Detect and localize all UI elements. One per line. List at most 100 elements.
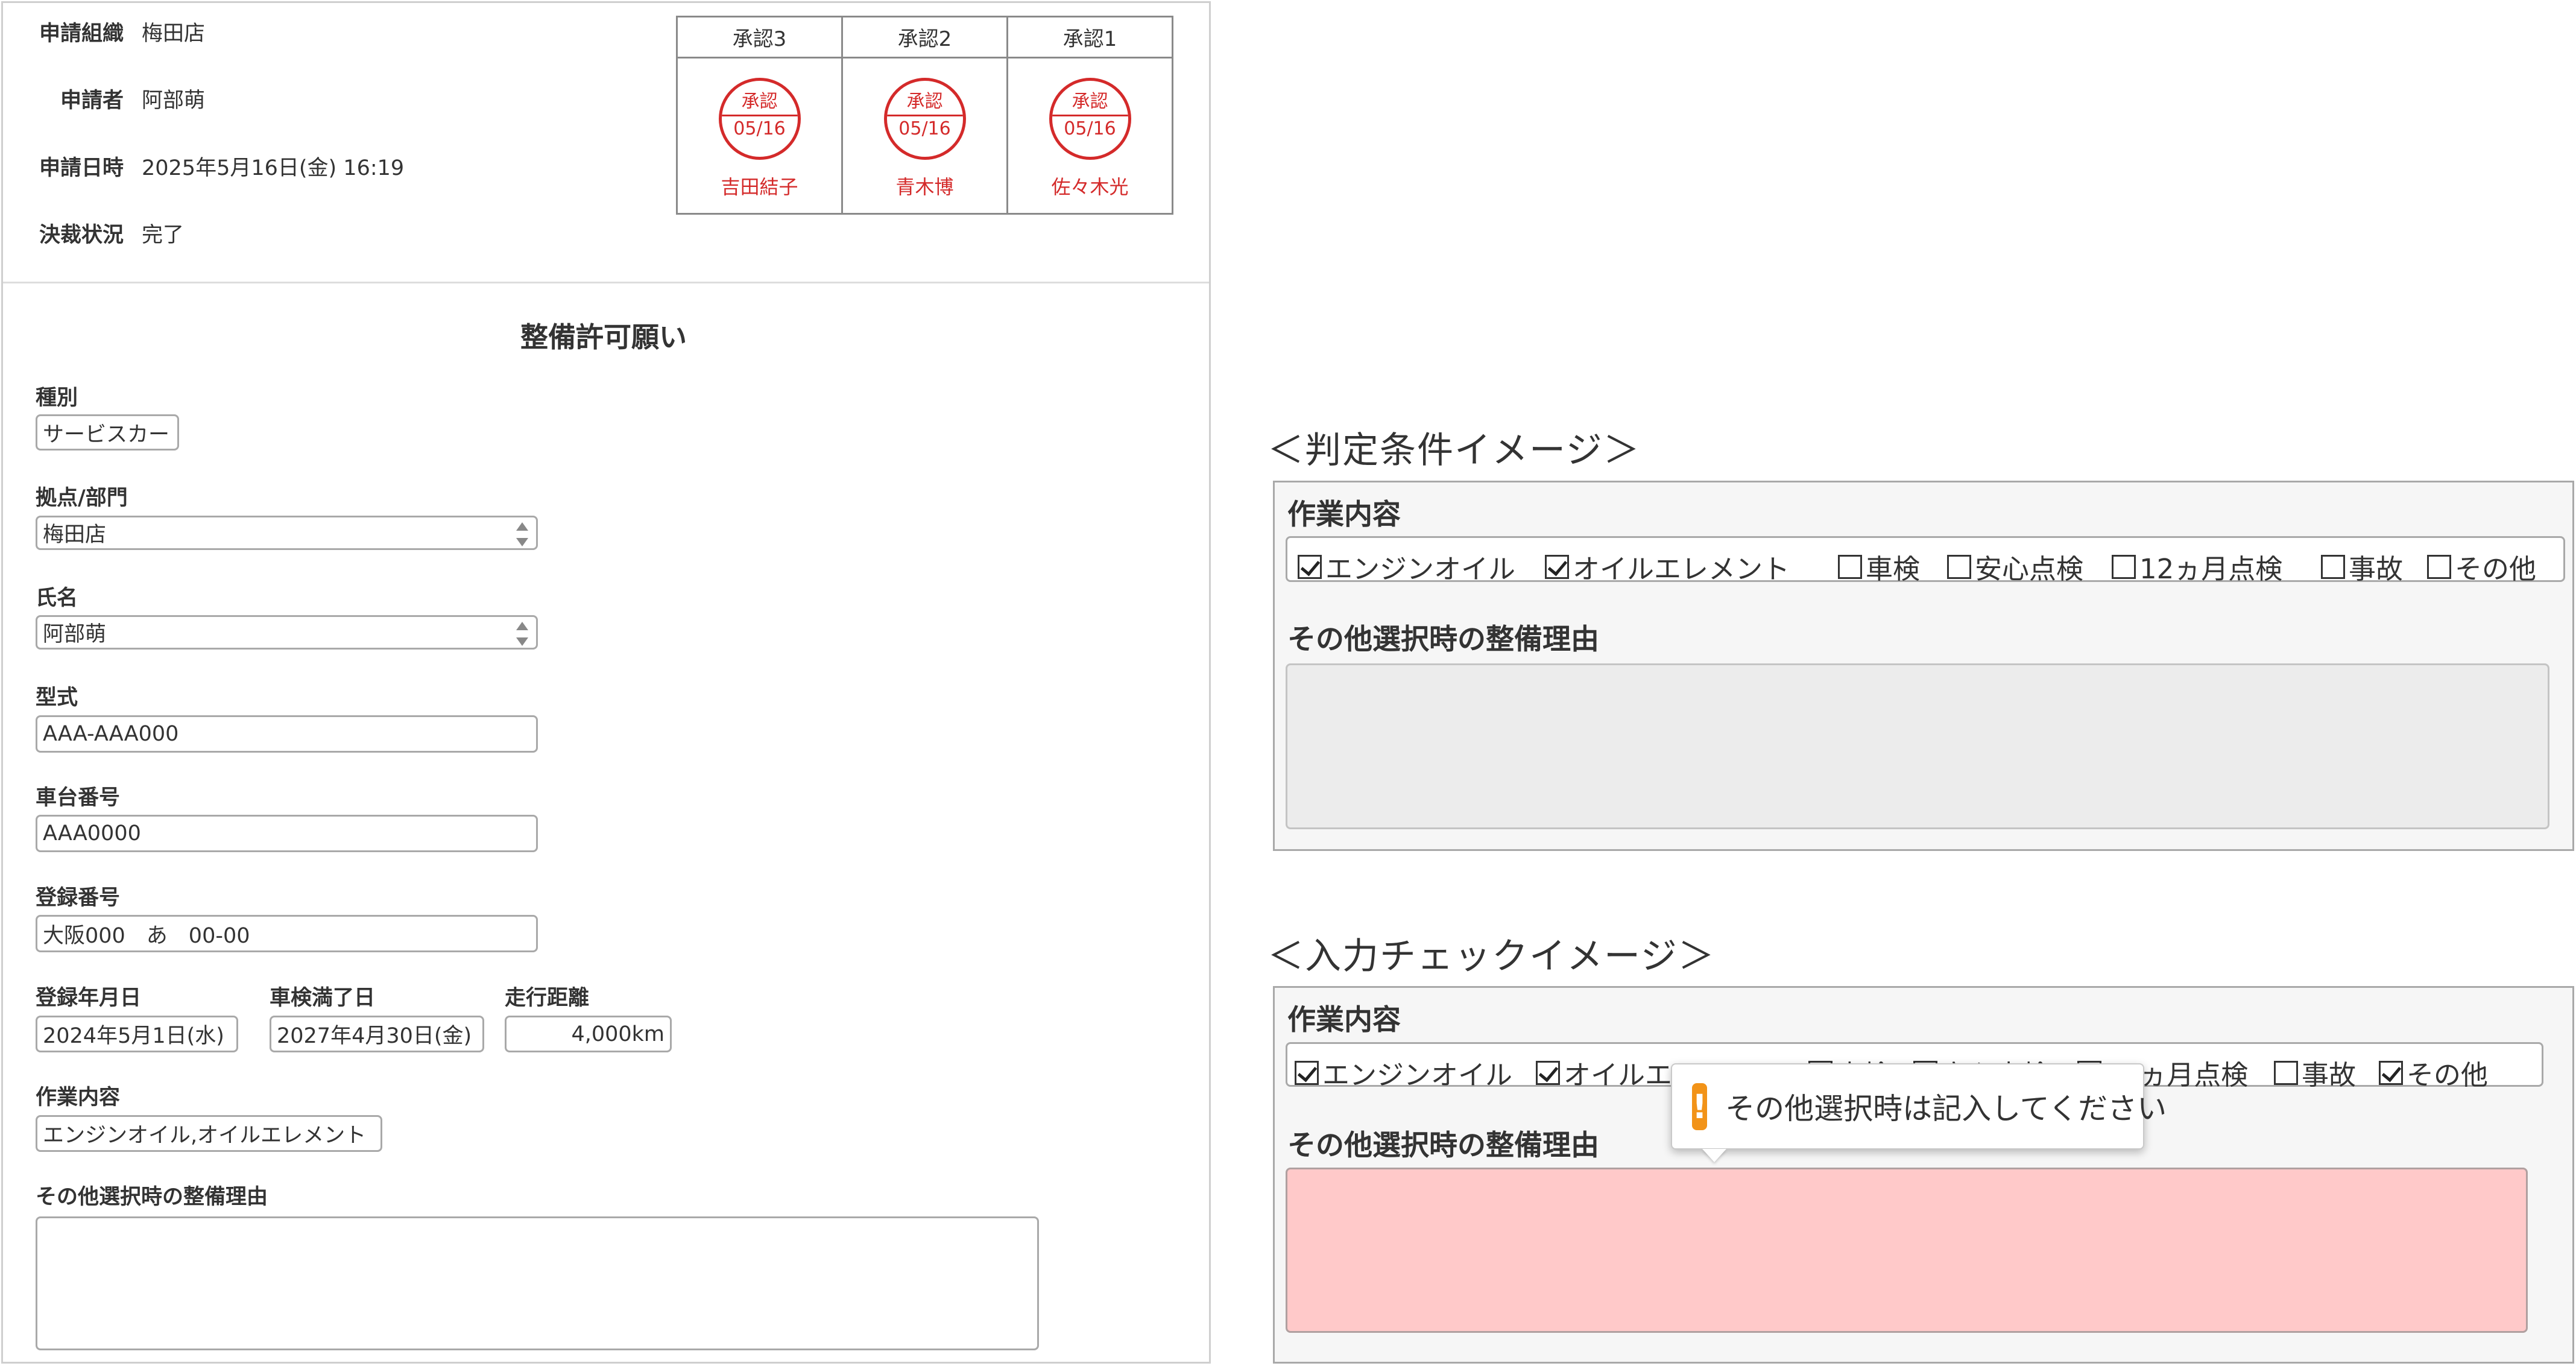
stamp-divider — [721, 115, 798, 116]
stamp-divider — [886, 115, 963, 116]
model-input[interactable]: AAA-AAA000 — [36, 715, 538, 753]
form-title: 整備許可願い — [520, 321, 687, 353]
approval-table: 承認3 承認 05/16 吉田結子 承認2 承認 05/16 青木博 承認1 承… — [676, 16, 1173, 215]
branch-select[interactable]: 梅田店 — [36, 516, 538, 550]
judge-work-label: 作業内容 — [1287, 498, 1401, 531]
other-reason-label: その他選択時の整備理由 — [36, 1185, 268, 1209]
meta-label-datetime: 申請日時 — [39, 156, 124, 180]
input-check-panel: 作業内容 エンジンオイル オイルエレメント 車検 安心点検 12ヵ月点検 事故 … — [1273, 986, 2574, 1364]
stamp-date: 05/16 — [1064, 118, 1116, 139]
checkbox-oil-element[interactable]: オイルエレメント — [1545, 547, 1790, 586]
meta-label-applicant: 申請者 — [60, 89, 124, 113]
type-field[interactable]: サービスカー — [36, 414, 179, 451]
approval-stamp: 承認 05/16 — [1049, 78, 1131, 160]
stamp-label: 承認 — [741, 91, 778, 112]
checkbox-checked-icon — [1545, 554, 1569, 579]
judge-example-panel: 作業内容 エンジンオイル オイルエレメント 車検 安心点検 12ヵ月点検 事故 … — [1273, 481, 2574, 851]
checkbox-accident[interactable]: 事故 — [2274, 1053, 2356, 1092]
tooltip-message: その他選択時は記入してください — [1725, 1092, 2167, 1126]
mileage-label: 走行距離 — [505, 986, 590, 1010]
checkbox-other[interactable]: その他 — [2379, 1053, 2488, 1092]
stamp-label: 承認 — [906, 91, 943, 112]
checkbox-checked-icon — [1536, 1060, 1560, 1085]
work-label: 作業内容 — [36, 1086, 121, 1110]
approver-name: 青木博 — [895, 175, 954, 198]
select-updown-icon — [514, 622, 530, 646]
checkbox-label: エンジンオイル — [1325, 553, 1516, 585]
registration-label: 登録番号 — [36, 886, 121, 910]
validation-tooltip: ! その他選択時は記入してください — [1671, 1063, 2167, 1149]
check-reason-label: その他選択時の整備理由 — [1287, 1129, 1599, 1162]
checkbox-empty-icon — [2321, 554, 2345, 579]
input-check-caption: ＜入力チェックイメージ＞ — [1267, 935, 1716, 978]
stamp-date: 05/16 — [898, 118, 951, 139]
checkbox-label: 車検 — [1866, 553, 1921, 585]
name-select[interactable]: 阿部萌 — [36, 615, 538, 650]
reg-date-label: 登録年月日 — [36, 986, 142, 1010]
checkbox-shaken[interactable]: 車検 — [1838, 547, 1920, 586]
chassis-input[interactable]: AAA0000 — [36, 815, 538, 852]
checkbox-other[interactable]: その他 — [2427, 547, 2536, 586]
approval-column-2: 承認2 承認 05/16 青木博 — [843, 17, 1008, 213]
approval-stamp: 承認 05/16 — [883, 78, 966, 160]
meta-value-status: 完了 — [142, 223, 185, 247]
checkbox-label: 事故 — [2349, 553, 2404, 585]
checkbox-engine-oil[interactable]: エンジンオイル — [1295, 1053, 1512, 1092]
checkbox-label: 安心点検 — [1975, 553, 2084, 585]
judge-reason-label: その他選択時の整備理由 — [1287, 623, 1599, 656]
checkbox-checked-icon — [1298, 554, 1322, 579]
judge-reason-textarea-disabled — [1286, 663, 2549, 829]
inspection-expiry-label: 車検満了日 — [270, 986, 376, 1010]
reg-date-input[interactable]: 2024年5月1日(水) — [36, 1016, 238, 1052]
meta-label-organization: 申請組織 — [39, 22, 124, 46]
warning-icon: ! — [1692, 1083, 1708, 1130]
checkbox-safety-inspection[interactable]: 安心点検 — [1947, 547, 2083, 586]
checkbox-checked-icon — [2379, 1060, 2403, 1085]
branch-label: 拠点/部門 — [36, 486, 128, 510]
select-updown-icon — [514, 522, 530, 546]
meta-value-applicant: 阿部萌 — [142, 89, 206, 113]
checkbox-label: 12ヵ月点検 — [2139, 553, 2283, 585]
branch-select-value: 梅田店 — [43, 523, 107, 547]
checkbox-label: オイルエレメント — [1573, 553, 1790, 585]
meta-label-status: 決裁状況 — [39, 223, 124, 247]
checkbox-accident[interactable]: 事故 — [2321, 547, 2403, 586]
model-label: 型式 — [36, 686, 78, 710]
meta-value-datetime: 2025年5月16日(金) 16:19 — [142, 156, 405, 180]
check-work-label: 作業内容 — [1287, 1004, 1401, 1037]
checkbox-12month-inspection[interactable]: 12ヵ月点検 — [2112, 547, 2282, 586]
approval-column-3: 承認3 承認 05/16 吉田結子 — [678, 17, 843, 213]
name-select-value: 阿部萌 — [43, 622, 107, 647]
checkbox-engine-oil[interactable]: エンジンオイル — [1298, 547, 1515, 586]
chassis-label: 車台番号 — [36, 786, 121, 810]
approver-name: 吉田結子 — [721, 175, 798, 198]
type-label: 種別 — [36, 386, 78, 410]
stamp-date: 05/16 — [733, 118, 786, 139]
mileage-input[interactable]: 4,000km — [505, 1016, 672, 1052]
approval-heading: 承認3 — [678, 17, 841, 58]
approval-column-1: 承認1 承認 05/16 佐々木光 — [1008, 17, 1172, 213]
checkbox-empty-icon — [1947, 554, 1971, 579]
work-field[interactable]: エンジンオイル,オイルエレメント — [36, 1115, 382, 1152]
name-label: 氏名 — [36, 586, 78, 610]
inspection-expiry-input[interactable]: 2027年4月30日(金) — [270, 1016, 484, 1052]
approval-heading: 承認2 — [843, 17, 1006, 58]
judge-example-caption: ＜判定条件イメージ＞ — [1267, 429, 1641, 472]
approval-heading: 承認1 — [1008, 17, 1172, 58]
checkbox-label: その他 — [2455, 553, 2537, 585]
checkbox-empty-icon — [2112, 554, 2136, 579]
checkbox-label: 事故 — [2302, 1059, 2357, 1091]
approver-name: 佐々木光 — [1051, 175, 1129, 198]
registration-input[interactable]: 大阪000 あ 00-00 — [36, 915, 538, 952]
judge-checkbox-row: エンジンオイル オイルエレメント 車検 安心点検 12ヵ月点検 事故 その他 — [1286, 536, 2565, 585]
checkbox-empty-icon — [2427, 554, 2451, 579]
checkbox-label: エンジンオイル — [1322, 1059, 1513, 1091]
check-reason-textarea-error[interactable] — [1286, 1168, 2528, 1333]
approval-stamp: 承認 05/16 — [718, 78, 801, 160]
stamp-divider — [1052, 115, 1128, 116]
checkbox-label: その他 — [2407, 1059, 2489, 1091]
other-reason-textarea[interactable] — [36, 1216, 1039, 1350]
application-form-panel: 申請組織 梅田店 申請者 阿部萌 申請日時 2025年5月16日(金) 16:1… — [1, 1, 1211, 1364]
meta-value-organization: 梅田店 — [142, 22, 206, 46]
checkbox-empty-icon — [1838, 554, 1862, 579]
